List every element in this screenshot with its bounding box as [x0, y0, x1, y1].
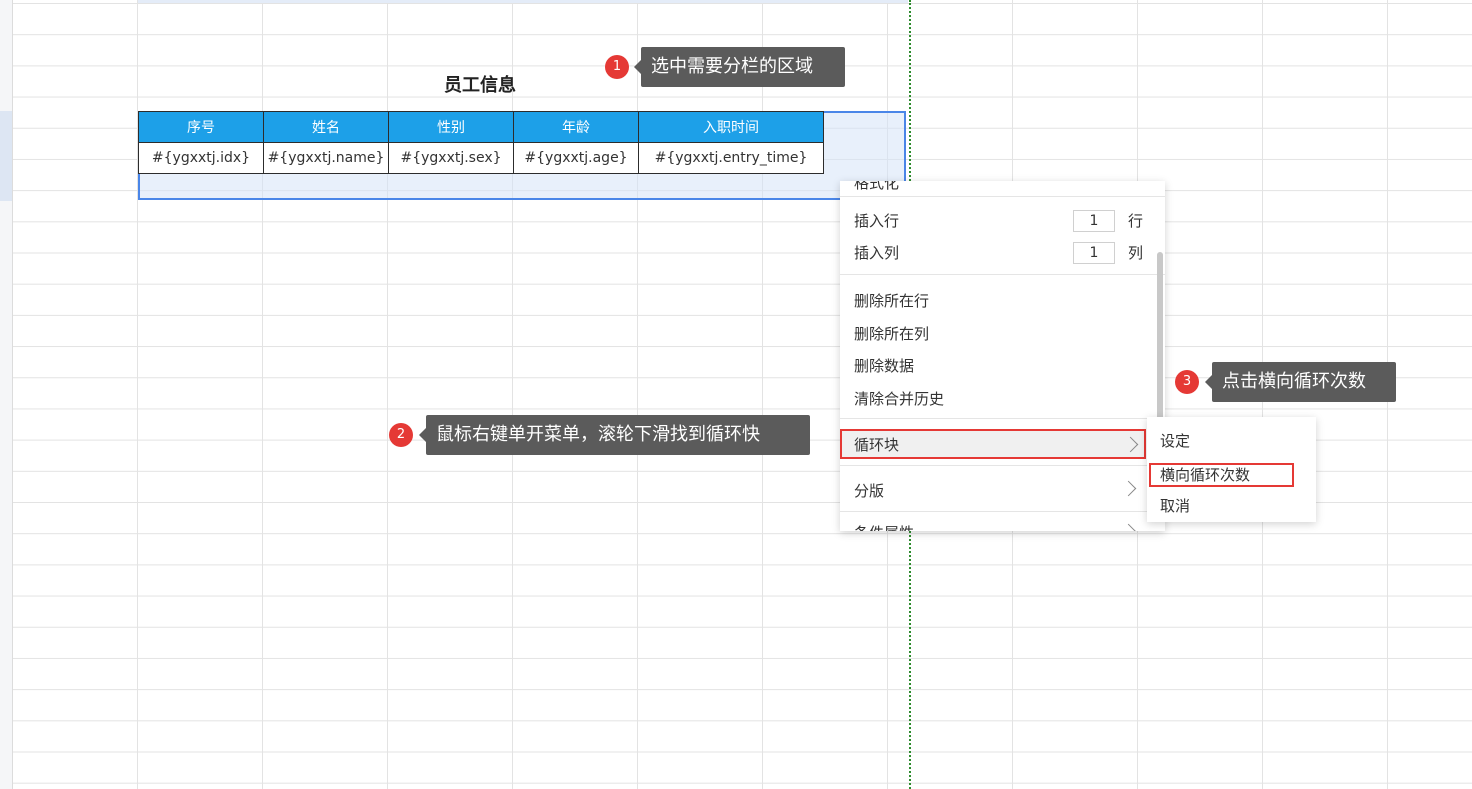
- data-cell[interactable]: #{ygxxtj.entry_time}: [638, 142, 824, 174]
- chevron-right-icon: [1120, 480, 1137, 497]
- column-selection-strip: [138, 0, 908, 3]
- data-cell[interactable]: #{ygxxtj.name}: [263, 142, 389, 174]
- header-cell[interactable]: 序号: [138, 111, 264, 143]
- insert-row-count-input[interactable]: 1: [1073, 210, 1115, 232]
- menu-item-loop-block[interactable]: 循环块: [840, 429, 1146, 459]
- row-header-strip[interactable]: [0, 0, 13, 789]
- loop-block-label: 循环块: [854, 436, 900, 454]
- data-cell[interactable]: #{ygxxtj.age}: [513, 142, 639, 174]
- submenu-item-cancel[interactable]: 取消: [1160, 494, 1190, 518]
- menu-item-delete-data[interactable]: 删除数据: [854, 354, 914, 378]
- menu-divider: [840, 274, 1165, 275]
- data-cell[interactable]: #{ygxxtj.idx}: [138, 142, 264, 174]
- horizontal-loop-highlight: [1149, 463, 1294, 487]
- context-menu-scrollbar[interactable]: [1157, 252, 1163, 422]
- menu-item-insert-row[interactable]: 插入行: [854, 209, 899, 233]
- loop-block-submenu: 设定 横向循环次数 取消: [1147, 417, 1316, 522]
- context-menu: 格式化 插入行 1 行 插入列 1 列 删除所在行 删除所在列 删除数据 清除合…: [840, 181, 1165, 531]
- menu-item-delete-row[interactable]: 删除所在行: [854, 289, 929, 313]
- menu-divider: [840, 465, 1165, 466]
- header-cell[interactable]: 入职时间: [638, 111, 824, 143]
- insert-col-unit: 列: [1128, 244, 1144, 262]
- step-badge-1: 1: [605, 55, 629, 79]
- header-cell[interactable]: 姓名: [263, 111, 389, 143]
- submenu-item-set[interactable]: 设定: [1160, 429, 1190, 453]
- menu-item-insert-col[interactable]: 插入列: [854, 241, 899, 265]
- menu-item-cut-bottom[interactable]: 条件属性: [854, 521, 914, 531]
- data-cell[interactable]: #{ygxxtj.sex}: [388, 142, 514, 174]
- step-badge-2: 2: [389, 423, 413, 447]
- menu-divider: [840, 511, 1165, 512]
- menu-item-page-split[interactable]: 分版: [854, 479, 884, 503]
- insert-row-unit: 行: [1128, 212, 1144, 230]
- menu-divider: [840, 196, 1165, 197]
- callout-step-2: 鼠标右键单开菜单，滚轮下滑找到循环快: [419, 415, 810, 455]
- chevron-right-icon: [1120, 523, 1137, 531]
- table-row: #{ygxxtj.idx} #{ygxxtj.name} #{ygxxtj.se…: [138, 142, 824, 174]
- callout-step-1: 选中需要分栏的区域: [634, 47, 845, 87]
- row-header-selection: [0, 111, 12, 201]
- menu-item-cut-top[interactable]: 格式化: [854, 181, 899, 193]
- menu-item-delete-col[interactable]: 删除所在列: [854, 322, 929, 346]
- header-cell[interactable]: 年龄: [513, 111, 639, 143]
- insert-col-count-input[interactable]: 1: [1073, 242, 1115, 264]
- menu-divider: [840, 418, 1165, 419]
- menu-item-clear-merge[interactable]: 清除合并历史: [854, 387, 944, 411]
- table-header-row: 序号 姓名 性别 年龄 入职时间: [138, 111, 824, 143]
- employee-table: 序号 姓名 性别 年龄 入职时间 #{ygxxtj.idx} #{ygxxtj.…: [138, 111, 824, 174]
- step-badge-3: 3: [1175, 370, 1199, 394]
- header-cell[interactable]: 性别: [388, 111, 514, 143]
- chevron-right-icon: [1122, 436, 1139, 453]
- callout-step-3: 点击横向循环次数: [1205, 362, 1396, 402]
